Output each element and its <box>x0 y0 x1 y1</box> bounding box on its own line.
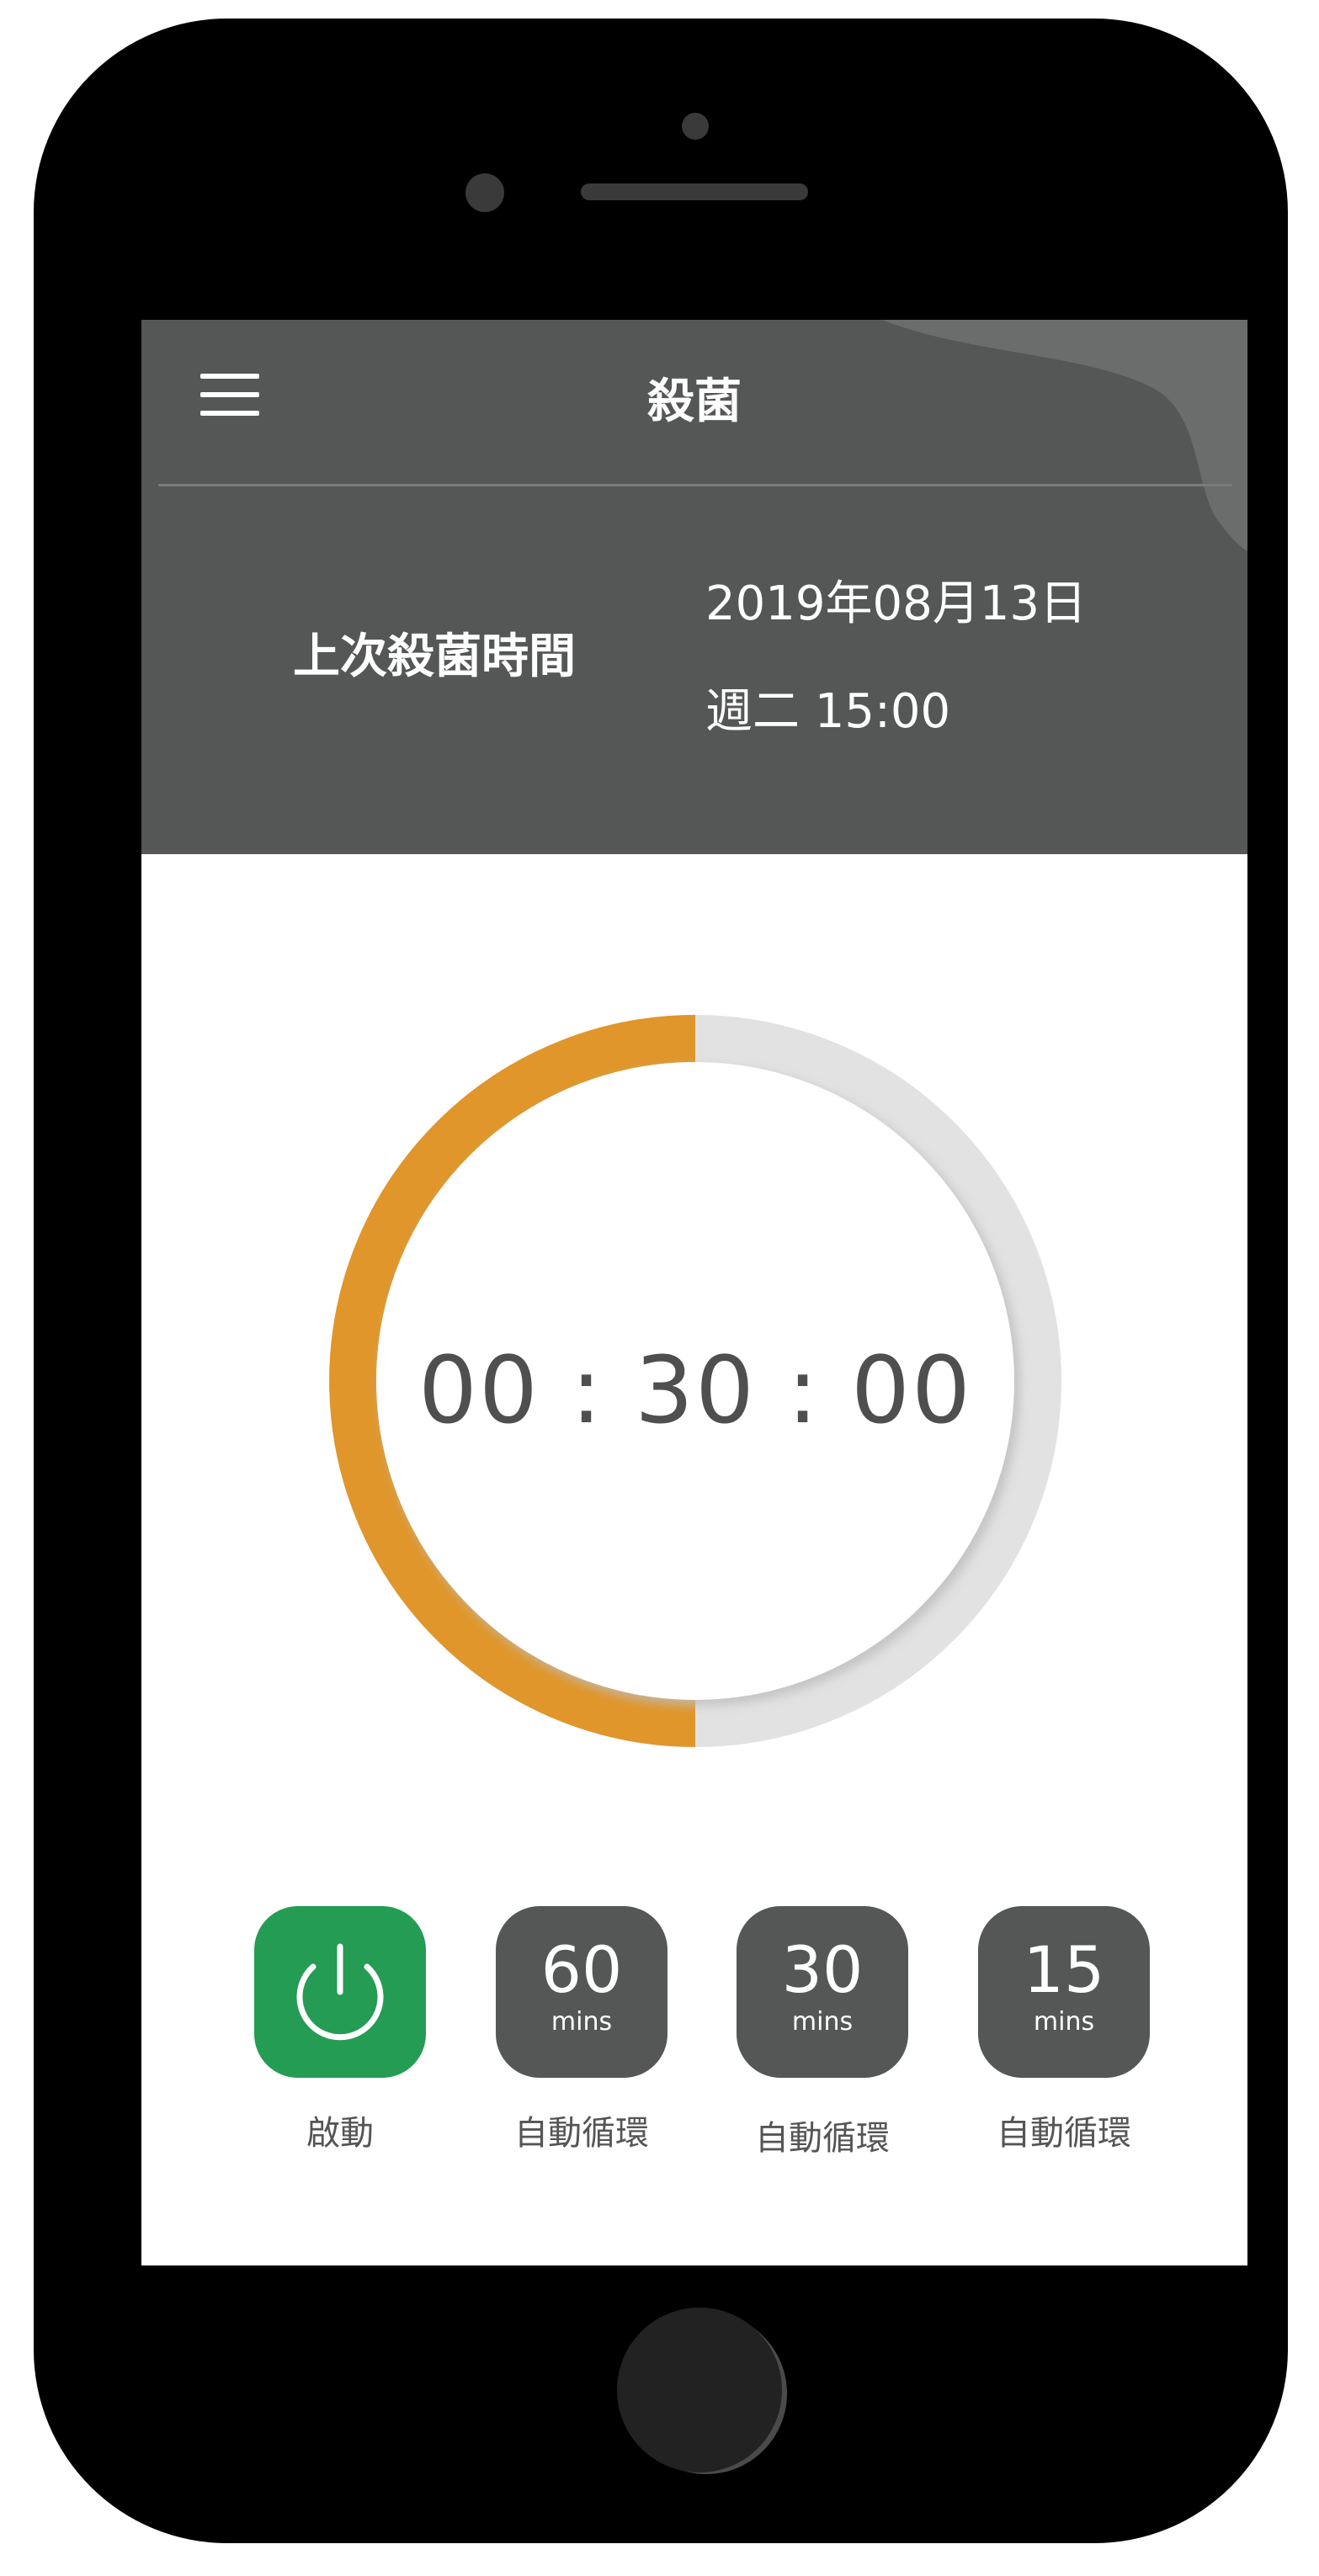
page: 殺菌 上次殺菌時間 2019年08月13日 週二 15:00 00 : 30 :… <box>0 0 1319 2576</box>
preset-15-button[interactable]: 15 mins <box>978 1906 1150 2078</box>
start-button[interactable] <box>254 1906 426 2078</box>
header-divider <box>158 484 1232 486</box>
last-sterilization-label: 上次殺菌時間 <box>293 629 576 684</box>
last-sterilization-time: 週二 15:00 <box>705 684 951 739</box>
preset-15-label: 自動循環 <box>997 2114 1131 2153</box>
front-sensor <box>682 113 709 140</box>
preset-value: 15 <box>1023 1932 1105 2007</box>
preset-value: 60 <box>540 1932 623 2007</box>
preset-30-button[interactable]: 30 mins <box>737 1906 908 2078</box>
phone-frame: 殺菌 上次殺菌時間 2019年08月13日 週二 15:00 00 : 30 :… <box>34 19 1288 2543</box>
preset-unit: mins <box>791 2007 854 2037</box>
preset-60-button[interactable]: 60 mins <box>496 1906 667 2078</box>
preset-unit: mins <box>550 2007 613 2037</box>
preset-60-label: 自動循環 <box>514 2114 649 2153</box>
preset-unit: mins <box>1033 2007 1095 2037</box>
power-icon <box>296 1943 384 2041</box>
earpiece-speaker <box>581 183 808 200</box>
home-button[interactable] <box>617 2308 782 2472</box>
front-camera <box>465 173 504 212</box>
app-screen: 殺菌 上次殺菌時間 2019年08月13日 週二 15:00 00 : 30 :… <box>141 320 1247 2265</box>
preset-value: 30 <box>781 1932 864 2007</box>
page-title: 殺菌 <box>647 374 742 429</box>
preset-30-label: 自動循環 <box>755 2119 890 2158</box>
last-sterilization-date: 2019年08月13日 <box>705 576 1088 631</box>
app-header: 殺菌 上次殺菌時間 2019年08月13日 週二 15:00 <box>141 320 1247 854</box>
start-button-label: 啟動 <box>306 2114 374 2153</box>
timer-display: 00 : 30 : 00 <box>418 1336 972 1444</box>
